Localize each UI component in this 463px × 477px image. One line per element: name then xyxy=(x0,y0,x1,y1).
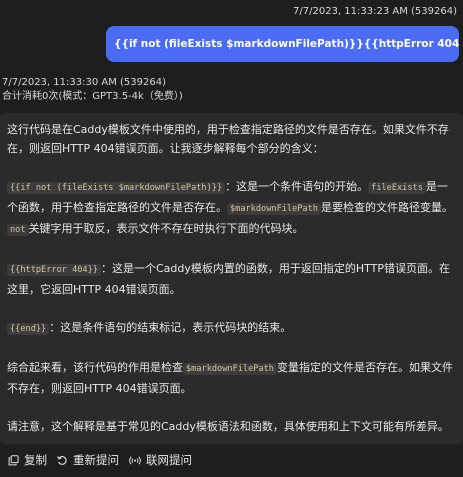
answer-paragraph: 请注意，这个解释是基于常见的Caddy模板语法和函数，具体使用和上下文可能有所差… xyxy=(7,417,455,436)
answer-text: ：这是条件语句的结束标记，表示代码块的结束。 xyxy=(49,321,292,334)
inline-code: {{if not (fileExists $markdownFilePath)}… xyxy=(7,182,226,194)
bot-message-meta: 7/7/2023, 11:33:30 AM (539264) 合计消耗0次(模式… xyxy=(2,76,183,104)
answer-paragraph: {{httpError 404}} ：这是一个Caddy模板内置的函数，用于返回指… xyxy=(7,259,455,299)
bot-message-timestamp: 7/7/2023, 11:33:30 AM (539264) xyxy=(2,77,166,88)
answer-paragraph: 综合起来看，该行代码的作用是检查 $markdownFilePath 变量指定的文件… xyxy=(7,358,455,398)
answer-paragraph: {{if not (fileExists $markdownFilePath)}… xyxy=(7,177,455,240)
inline-code: not xyxy=(7,224,29,236)
refresh-icon xyxy=(57,455,67,465)
inline-code: fileExists xyxy=(368,182,426,194)
inline-code: {{httpError 404}} xyxy=(7,264,101,276)
inline-code: {{end}} xyxy=(7,323,50,335)
answer-text: 是要检查的文件路径变量。 xyxy=(320,201,453,214)
inline-code: $markdownFilePath xyxy=(183,363,277,375)
answer-text: 这行代码是在Caddy模板文件中使用的，用于检查指定路径的文件是否存在。如果文件… xyxy=(7,123,449,155)
bot-usage-info: 合计消耗0次(模式：GPT3.5-4k（免费）) xyxy=(2,91,183,102)
user-message-timestamp: 7/7/2023, 11:33:23 AM (539264) xyxy=(293,6,457,17)
user-message-bubble: {{if not (fileExists $markdownFilePath)}… xyxy=(106,26,459,62)
chat-view: 7/7/2023, 11:33:23 AM (539264) {{if not … xyxy=(0,0,463,477)
broadcast-icon xyxy=(129,455,141,465)
answer-text: 综合起来看，该行代码的作用是检查 xyxy=(7,361,183,374)
web-search-button[interactable]: 联网提问 xyxy=(129,452,192,468)
copy-button[interactable]: 复制 xyxy=(8,452,47,468)
copy-icon xyxy=(8,454,19,465)
answer-text: ：这是一个条件语句的开始。 xyxy=(225,180,369,193)
answer-paragraph: 这行代码是在Caddy模板文件中使用的，用于检查指定路径的文件是否存在。如果文件… xyxy=(7,120,455,158)
answer-text: 关键字用于取反，表示文件不存在时执行下面的代码块。 xyxy=(28,222,304,235)
bot-message-bubble: 这行代码是在Caddy模板文件中使用的，用于检查指定路径的文件是否存在。如果文件… xyxy=(0,113,463,444)
answer-text: 请注意，这个解释是基于常见的Caddy模板语法和函数，具体使用和上下文可能有所差… xyxy=(7,420,449,433)
inline-code: $markdownFilePath xyxy=(227,203,321,215)
web-search-label: 联网提问 xyxy=(146,453,192,467)
copy-label: 复制 xyxy=(24,453,47,467)
regenerate-button[interactable]: 重新提问 xyxy=(57,452,119,468)
regenerate-label: 重新提问 xyxy=(73,453,119,467)
answer-paragraph: {{end}} ：这是条件语句的结束标记，表示代码块的结束。 xyxy=(7,318,455,339)
message-actions: 复制 重新提问 联网提问 xyxy=(8,452,202,468)
